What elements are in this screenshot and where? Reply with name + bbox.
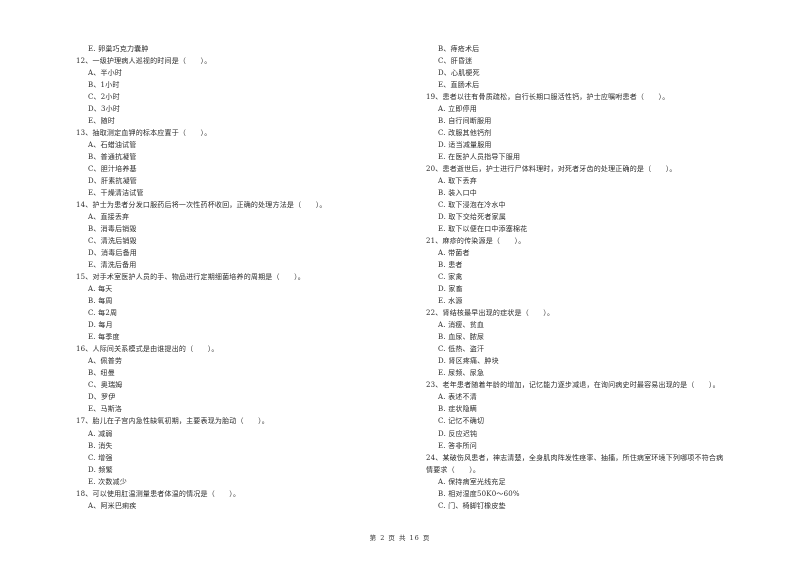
answer-option: B、1小时 [88, 81, 120, 90]
answer-option: E. 水源 [438, 297, 463, 306]
answer-option: E. 尿频、尿急 [438, 369, 485, 378]
page-footer: 第 2 页 共 16 页 [369, 534, 431, 542]
answer-option: D. 频繁 [88, 465, 113, 474]
answer-option: D、3小时 [88, 105, 121, 114]
answer-option: D、消毒后备用 [88, 249, 138, 258]
answer-option: D. 反应迟钝 [438, 429, 478, 438]
answer-option: C、肝昏迷 [438, 57, 473, 66]
answer-option: A. 保持病室光线充足 [438, 477, 506, 486]
answer-option: E. 次数减少 [88, 477, 127, 486]
answer-option: C、清洗后销毁 [88, 237, 137, 246]
answer-option: B. 自行间断服用 [438, 117, 492, 126]
answer-option: C、2小时 [88, 93, 120, 102]
answer-option: A. 带菌者 [438, 249, 470, 258]
question-stem: 13、抽取测定血钾的标本应置于（ ）。 [76, 129, 212, 138]
question-stem: 21、麻疹的传染源是（ ）。 [426, 237, 526, 246]
answer-option: B. 消失 [88, 441, 113, 450]
answer-option: C. 家禽 [438, 273, 463, 282]
question-stem: 19、患者以往有骨质疏松，自行长期口服活性钙，护士应嘱咐患者（ ）。 [426, 93, 670, 102]
answer-option: A. 每天 [88, 285, 113, 294]
answer-option: A、半小时 [88, 69, 123, 78]
answer-option: E、马斯洛 [88, 405, 123, 414]
answer-option: B、纽曼 [88, 369, 115, 378]
right-column: B、痔疮术后 C、肝昏迷 D、心肌梗死 E、直肠术后 19、患者以往有骨质疏松，自行长期… [426, 43, 766, 512]
left-column: E. 卵巢巧克力囊肿 12、一级护理病人巡视的时间是（ ）。 A、半小时 B、1小时 C… [76, 43, 406, 512]
answer-option: A. 表述不清 [438, 393, 477, 402]
question-stem-continued: 情要求（ ）。 [426, 465, 481, 474]
question-stem: 20、患者逝世后，护士进行尸体料理时，对死者牙齿的处理正确的是（ ）。 [426, 165, 677, 174]
answer-option: E. 在医护人员指导下服用 [438, 153, 521, 162]
answer-option: B. 血尿、脓尿 [438, 333, 485, 342]
question-stem: 12、一级护理病人巡视的时间是（ ）。 [76, 57, 212, 66]
answer-option: B. 患者 [438, 261, 463, 270]
answer-option: A、佩普劳 [88, 357, 123, 366]
answer-option: C、奥瑞姆 [88, 381, 123, 390]
answer-option: A. 消瘦、贫血 [438, 321, 485, 330]
answer-option: E、随时 [88, 117, 115, 126]
answer-option: C. 低热、盗汗 [438, 345, 485, 354]
answer-option: A. 取下丢弃 [438, 177, 477, 186]
answer-option: E. 答非所问 [438, 441, 477, 450]
answer-option: D. 每月 [88, 321, 113, 330]
answer-option: B. 装入口中 [438, 189, 477, 198]
question-stem: 24、某破伤风患者，神志清楚，全身肌肉阵发性痉挛、抽搐，所住病室环境下列哪项不符… [426, 453, 724, 462]
answer-option: C. 改服其他钙剂 [438, 129, 492, 138]
answer-option: D. 取下交给死者家属 [438, 213, 507, 222]
question-stem: 16、人际间关系模式是由谁提出的（ ）。 [76, 345, 219, 354]
answer-option: E、直肠术后 [438, 81, 480, 90]
answer-option: A、石蜡油试管 [88, 141, 137, 150]
answer-option: B、普通抗凝管 [88, 153, 137, 162]
answer-option: E. 取下以便在口中添塞棉花 [438, 225, 528, 234]
answer-option: C、胆汁培养基 [88, 165, 137, 174]
answer-option: D. 适当减量服用 [438, 141, 492, 150]
answer-option: A、直接丢弃 [88, 213, 130, 222]
answer-option: D、罗伊 [88, 393, 116, 402]
answer-option: E、干燥清洁试管 [88, 189, 144, 198]
question-stem: 17、胎儿在子宫内急性缺氧初期，主要表现为胎动（ ）。 [76, 417, 270, 426]
answer-option: B、痔疮术后 [438, 45, 480, 53]
question-stem: 23、老年患者随着年龄的增加，记忆能力逐步减退，在询问病史时最容易出现的是（ ）… [426, 381, 720, 390]
answer-option: D、心肌梗死 [438, 69, 480, 78]
answer-option: C. 门、椅脚钉橡皮垫 [438, 501, 506, 510]
answer-option: B. 症状隐瞒 [438, 405, 477, 414]
answer-option: C. 记忆不确切 [438, 417, 485, 426]
answer-option: B. 每周 [88, 297, 113, 306]
answer-option: E、清洗后备用 [88, 261, 137, 270]
answer-option: A. 立即停用 [438, 105, 477, 114]
answer-option: E. 卵巢巧克力囊肿 [88, 45, 149, 53]
answer-option: C. 取下浸泡在冷水中 [438, 201, 506, 210]
answer-option: D、肝素抗凝管 [88, 177, 138, 186]
answer-option: B. 相对湿度50K0～60% [438, 489, 520, 498]
answer-option: C. 增强 [88, 453, 113, 462]
question-stem: 15、对手术室医护人员的手、物品进行定期细菌培养的周期是（ ）。 [76, 273, 306, 282]
question-stem: 14、护士为患者分发口服药后将一次性药杯收回，正确的处理方法是（ ）。 [76, 201, 327, 210]
exam-page: E. 卵巢巧克力囊肿 12、一级护理病人巡视的时间是（ ）。 A、半小时 B、1小时 C… [0, 0, 800, 565]
answer-option: A、阿米巴痢疾 [88, 501, 137, 510]
question-stem: 22、肾结核最早出现的症状是（ ）。 [426, 309, 555, 318]
answer-option: E. 每季度 [88, 333, 120, 342]
answer-option: A. 减弱 [88, 429, 113, 438]
answer-option: D. 家畜 [438, 285, 463, 294]
answer-option: C. 每2周 [88, 309, 118, 318]
answer-option: B、消毒后销毁 [88, 225, 137, 234]
question-stem: 18、可以使用肛温测量患者体温的情况是（ ）。 [76, 489, 241, 498]
answer-option: D. 肾区疼痛、肿块 [438, 357, 499, 366]
